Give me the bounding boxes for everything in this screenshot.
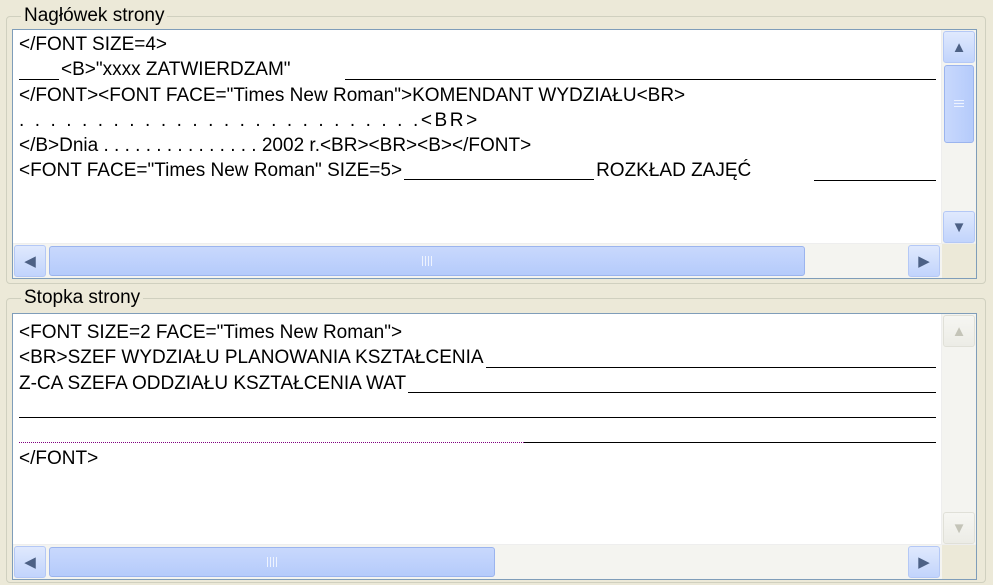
arrow-up-icon[interactable]: ▲ (943, 31, 975, 63)
footer-editor[interactable]: <FONT SIZE=2 FACE="Times New Roman"> <BR… (12, 313, 977, 580)
arrow-down-icon[interactable]: ▼ (943, 512, 975, 544)
header-horizontal-scrollbar[interactable]: ◀ ▶ (13, 243, 976, 278)
header-vertical-scrollbar[interactable]: ▲ ▼ (941, 30, 976, 244)
header-line-1: </FONT SIZE=4> (19, 34, 170, 55)
footer-line-5 (19, 421, 936, 446)
header-line-3: </FONT><FONT FACE="Times New Roman">KOME… (19, 84, 688, 106)
header-horizontal-thumb[interactable] (49, 246, 805, 276)
footer-line-1: <FONT SIZE=2 FACE="Times New Roman"> (19, 322, 405, 343)
footer-line-6: </FONT> (19, 448, 101, 470)
header-line-6: <FONT FACE="Times New Roman" SIZE=5> ROZK… (19, 158, 936, 183)
arrow-left-icon[interactable]: ◀ (14, 546, 46, 578)
header-line-2: <B>"xxxx ZATWIERDZAM" (19, 57, 936, 82)
header-line-5: </B>Dnia . . . . . . . . . . . . . . . 2… (19, 135, 534, 157)
arrow-up-icon[interactable]: ▲ (943, 315, 975, 347)
footer-line-2: <BR>SZEF WYDZIAŁU PLANOWANIA KSZTAŁCENIA (19, 345, 936, 370)
header-line-4: . . . . . . . . . . . . . . . . . . . . … (19, 109, 482, 131)
scroll-corner (942, 545, 976, 579)
footer-groupbox: Stopka strony <FONT SIZE=2 FACE="Times N… (6, 286, 986, 583)
arrow-down-icon[interactable]: ▼ (943, 211, 975, 243)
footer-line-3: Z-CA SZEFA ODDZIAŁU KSZTAŁCENIA WAT (19, 371, 936, 396)
footer-text-lines: <FONT SIZE=2 FACE="Times New Roman"> <BR… (19, 320, 936, 543)
footer-horizontal-scrollbar[interactable]: ◀ ▶ (13, 544, 976, 579)
header-group-title: Nagłówek strony (21, 4, 168, 28)
footer-group-title: Stopka strony (21, 286, 144, 310)
header-vertical-thumb[interactable] (944, 65, 974, 143)
footer-vertical-scrollbar[interactable]: ▲ ▼ (941, 314, 976, 545)
header-editor[interactable]: </FONT SIZE=4> <B>"xxxx ZATWIERDZAM" </F… (12, 29, 977, 279)
footer-line-4 (19, 396, 936, 421)
header-groupbox: Nagłówek strony </FONT SIZE=4> <B>"xxxx … (6, 4, 986, 284)
arrow-right-icon[interactable]: ▶ (908, 245, 940, 277)
header-text-lines: </FONT SIZE=4> <B>"xxxx ZATWIERDZAM" </F… (19, 32, 936, 242)
arrow-right-icon[interactable]: ▶ (908, 546, 940, 578)
footer-horizontal-thumb[interactable] (49, 547, 495, 577)
scroll-corner (942, 244, 976, 278)
arrow-left-icon[interactable]: ◀ (14, 245, 46, 277)
